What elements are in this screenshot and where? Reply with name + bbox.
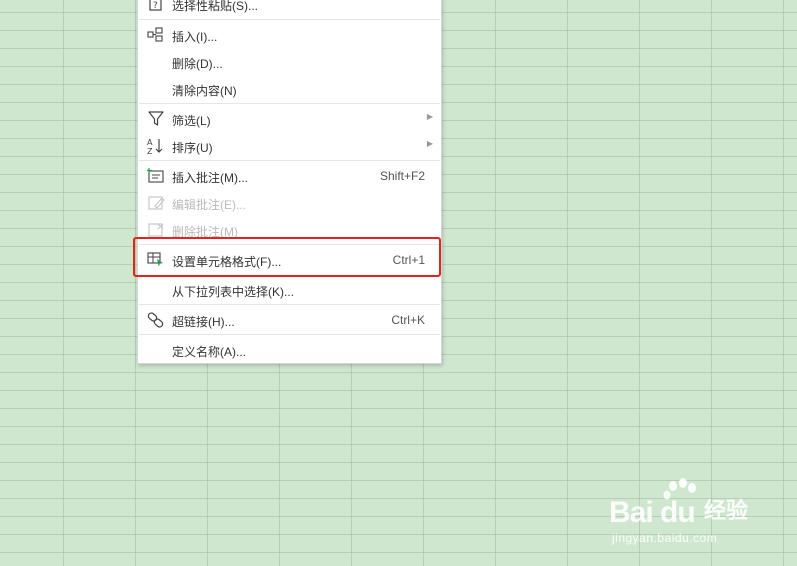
svg-text:?: ? (153, 1, 158, 11)
menu-item-insert-comment[interactable]: 插入批注(M)... Shift+F2 (138, 163, 441, 189)
menu-item-paste-special[interactable]: ? 选择性粘贴(S)... (138, 0, 441, 17)
menu-item-label: 定义名称(A)... (172, 345, 246, 359)
svg-text:Z: Z (147, 147, 153, 155)
menu-item-shortcut: Ctrl+K (391, 313, 425, 327)
menu-item-label: 编辑批注(E)... (172, 198, 246, 212)
menu-item-label: 选择性粘贴(S)... (172, 0, 258, 13)
menu-item-insert[interactable]: 插入(I)... (138, 22, 441, 48)
svg-text:A: A (147, 138, 153, 147)
insert-icon (147, 26, 165, 44)
sort-icon: AZ (147, 137, 165, 156)
watermark-text: 经验 (704, 498, 749, 523)
paste-special-icon: ? (147, 0, 165, 13)
insert-comment-icon (147, 167, 165, 185)
menu-separator (139, 103, 440, 104)
menu-item-sort[interactable]: AZ 排序(U) ▶ (138, 133, 441, 159)
submenu-arrow-icon: ▶ (426, 112, 433, 121)
menu-item-shortcut: Shift+F2 (379, 169, 425, 183)
menu-item-label: 超链接(H)... (172, 315, 235, 329)
menu-item-label: 删除(D)... (172, 57, 223, 71)
menu-item-pick-from-dropdown[interactable]: 从下拉列表中选择(K)... (138, 277, 441, 303)
menu-separator (139, 160, 440, 161)
menu-item-filter[interactable]: 筛选(L) ▶ (138, 106, 441, 132)
watermark-logo: Bai du (609, 496, 696, 529)
menu-item-hyperlink[interactable]: 超链接(H)... Ctrl+K (138, 307, 441, 333)
menu-item-define-name[interactable]: 定义名称(A)... (138, 337, 441, 363)
menu-item-label: 插入(I)... (172, 30, 218, 44)
context-menu: ? 选择性粘贴(S)... 插入(I)... 删除(D)... 清除内容(N) … (137, 0, 442, 364)
menu-item-label: 插入批注(M)... (172, 171, 248, 185)
submenu-arrow-icon: ▶ (426, 139, 433, 148)
menu-item-delete[interactable]: 删除(D)... (138, 49, 441, 75)
menu-item-label: 筛选(L) (172, 114, 211, 128)
menu-separator (139, 334, 440, 335)
menu-item-edit-comment: 编辑批注(E)... (138, 190, 441, 216)
menu-item-label: 从下拉列表中选择(K)... (172, 285, 294, 299)
baidu-jingyan-watermark: Bai du 经验 jingyan.baidu.com (609, 478, 794, 550)
menu-item-label: 清除内容(N) (172, 84, 237, 98)
menu-item-label: 排序(U) (172, 141, 213, 155)
hyperlink-icon (147, 311, 165, 329)
highlight-box (133, 237, 441, 277)
watermark-url: jingyan.baidu.com (612, 531, 718, 545)
menu-separator (139, 304, 440, 305)
menu-item-clear-contents[interactable]: 清除内容(N) (138, 76, 441, 102)
edit-comment-icon (147, 194, 165, 212)
menu-separator (139, 19, 440, 20)
filter-icon (147, 110, 165, 128)
